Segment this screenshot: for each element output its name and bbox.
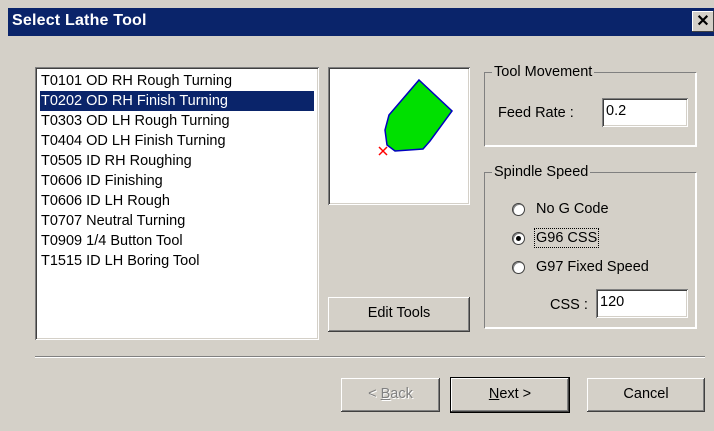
css-label: CSS : [550,297,588,313]
spindle-speed-group: Spindle Speed No G Code G96 CSS G97 Fixe… [484,163,696,328]
radio-no-g-code-label: No G Code [536,201,609,217]
tool-list-items: T0101 OD RH Rough Turning T0202 OD RH Fin… [40,71,314,271]
tool-list[interactable]: T0101 OD RH Rough Turning T0202 OD RH Fin… [35,67,319,340]
close-icon: ✕ [696,13,710,30]
radio-g97-fixed-speed-label: G97 Fixed Speed [536,259,649,275]
tool-list-item[interactable]: T0707 Neutral Turning [40,211,314,231]
spindle-speed-legend: Spindle Speed [492,163,591,181]
back-button-prefix: < [368,386,381,402]
radio-g96-css-label: G96 CSS [533,228,600,248]
select-lathe-tool-dialog: Select Lathe Tool ✕ T0101 OD RH Rough Tu… [0,0,714,431]
tool-list-item[interactable]: T0404 OD LH Finish Turning [40,131,314,151]
tool-list-item[interactable]: T0606 ID LH Rough [40,191,314,211]
button-separator [35,356,705,358]
edit-tools-label: Edit Tools [367,305,431,321]
radio-g97-fixed-speed[interactable]: G97 Fixed Speed [512,258,692,278]
next-button-rest: ext > [499,386,532,402]
tool-insert-shape [384,78,453,152]
close-button[interactable]: ✕ [692,11,714,32]
radio-no-g-code[interactable]: No G Code [512,200,682,220]
next-button-mnemonic: N [488,386,500,402]
title-bar[interactable]: Select Lathe Tool ✕ [8,8,714,36]
dialog-title: Select Lathe Tool [12,12,147,29]
tool-list-item[interactable]: T0909 1/4 Button Tool [40,231,314,251]
radio-g96-css-circle [512,232,525,245]
back-button-mnemonic: B [380,386,391,402]
tool-list-item[interactable]: T0101 OD RH Rough Turning [40,71,314,91]
tool-list-item[interactable]: T0505 ID RH Roughing [40,151,314,171]
tool-movement-group: Tool Movement Feed Rate : 0.2 [484,63,696,146]
tool-list-item[interactable]: T0202 OD RH Finish Turning [40,91,314,111]
radio-g96-css-dot [516,236,521,241]
cancel-button-label: Cancel [623,386,669,402]
tool-list-item[interactable]: T0303 OD LH Rough Turning [40,111,314,131]
tool-movement-legend: Tool Movement [492,63,595,81]
feed-rate-input[interactable]: 0.2 [602,98,688,127]
cancel-button[interactable]: Cancel [587,378,705,412]
next-button[interactable]: Next > [451,378,569,412]
radio-g97-fixed-speed-circle [512,261,525,274]
radio-no-g-code-circle [512,203,525,216]
feed-rate-label: Feed Rate : [498,105,574,121]
tool-insert-preview-icon [378,78,453,156]
edit-tools-button[interactable]: Edit Tools [328,297,470,332]
back-button-rest: ack [390,386,413,402]
back-button[interactable]: < Back [341,378,440,412]
tool-origin-marker [378,146,388,156]
css-input[interactable]: 120 [596,289,688,318]
tool-preview-panel [328,67,470,205]
tool-list-item[interactable]: T0606 ID Finishing [40,171,314,191]
radio-g96-css[interactable]: G96 CSS [512,228,682,249]
tool-list-item[interactable]: T1515 ID LH Boring Tool [40,251,314,271]
